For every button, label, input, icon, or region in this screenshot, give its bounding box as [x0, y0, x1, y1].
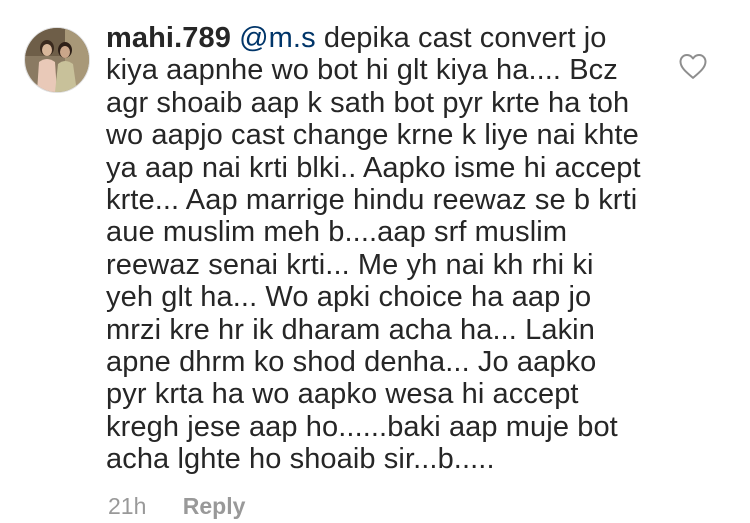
comment-line: aue muslim meh b....aap srf muslim	[106, 216, 568, 249]
mention-link[interactable]: @m.s	[239, 22, 316, 54]
comment-line: kregh jese aap ho......baki aap muje bot	[106, 410, 618, 443]
reply-button[interactable]: Reply	[183, 491, 246, 521]
comment-line: apne dhrm ko shod denha... Jo aapko	[106, 345, 597, 378]
comment-line: agr shoaib aap k sath bot pyr krte ha to…	[106, 86, 630, 119]
comment-line: krte... Aap marrige hindu reewaz se b kr…	[106, 183, 638, 216]
heart-outline-icon[interactable]	[678, 52, 708, 80]
comment-line: acha lghte ho shoaib sir...b.....	[106, 443, 495, 476]
comment-text: mahi.789 @m.s depika cast convert jo kiy…	[106, 22, 646, 475]
avatar[interactable]	[24, 27, 90, 93]
comment-line: mahi.789 @m.s depika cast convert jo	[106, 22, 646, 54]
comment-meta: 21h Reply	[108, 491, 245, 521]
comment: mahi.789 @m.s depika cast convert jo kiy…	[0, 0, 750, 523]
comment-line: wo aapjo cast change krne k liye nai kht…	[106, 119, 639, 152]
comment-line: yeh glt ha... Wo apki choice ha aap jo	[106, 281, 592, 314]
username-link[interactable]: mahi.789	[106, 22, 231, 54]
timestamp: 21h	[108, 493, 147, 519]
comment-line: pyr krta ha wo aapko wesa hi accept	[106, 378, 579, 411]
comment-line: mrzi kre hr ik dharam acha ha... Lakin	[106, 313, 595, 346]
comment-line-text: depika cast convert jo	[323, 22, 607, 54]
comment-line: kiya aapnhe wo bot hi glt kiya ha.... Bc…	[106, 54, 618, 87]
avatar-image	[25, 28, 89, 92]
comment-line: ya aap nai krti blki.. Aapko isme hi acc…	[106, 151, 641, 184]
comment-line: reewaz senai krti... Me yh nai kh rhi ki	[106, 248, 594, 281]
